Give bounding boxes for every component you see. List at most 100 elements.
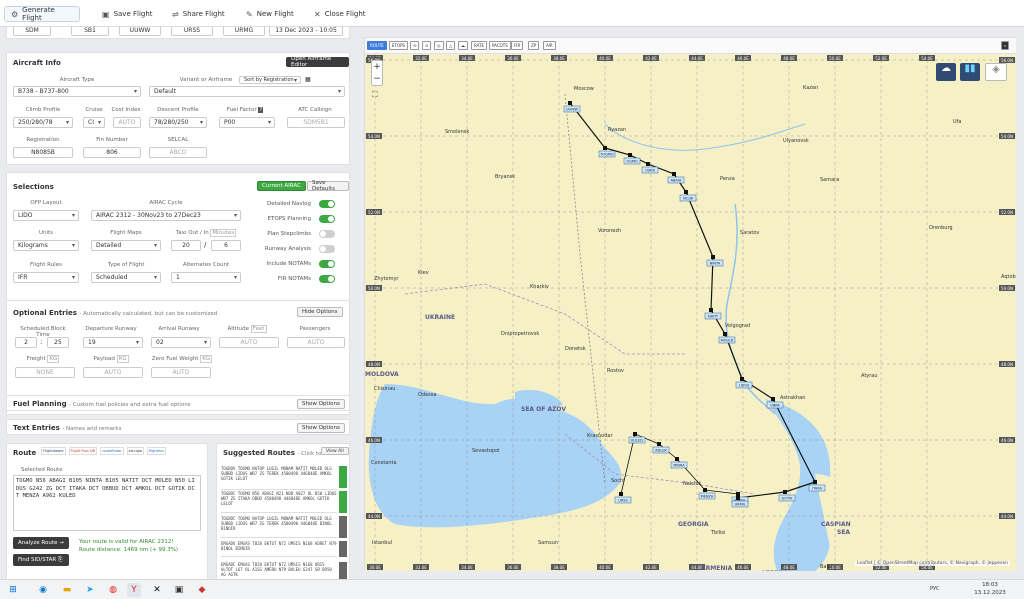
zoom-out-button[interactable]: − [372,73,382,85]
waypoint-marker[interactable] [675,457,679,461]
pax-field[interactable]: AUTO [287,337,345,348]
edge-icon[interactable]: ◉ [36,583,50,597]
fuel-show-options-button[interactable]: Show Options [297,399,345,409]
arr-runway-select[interactable]: 02 [151,337,211,348]
maps-select[interactable]: Detailed [91,240,161,251]
language-indicator[interactable]: РУС [930,586,940,592]
descent-select[interactable]: 78/280/250 [149,117,207,128]
waypoint-marker[interactable] [684,190,688,194]
freight-field[interactable]: NONE [15,367,75,378]
waypoint-marker[interactable] [646,162,650,166]
waypoint-marker[interactable] [628,153,632,157]
callsign-field[interactable]: SDM5B1 [287,117,345,128]
app-icon[interactable]: ◆ [195,583,209,597]
find-sid-star-button[interactable]: Find SID/STAR ⎘ [13,554,69,566]
etops-toggle[interactable] [319,215,335,223]
use-route-button[interactable] [339,491,347,513]
map-route-button[interactable]: ROUTE [367,41,387,50]
map-warning-button[interactable]: △ [446,41,456,50]
map-rotate-button[interactable]: ⟲ [410,41,420,50]
clock-time[interactable]: 18:03 [970,582,1010,588]
text-show-options-button[interactable]: Show Options [297,423,345,433]
help-icon[interactable]: ? [258,107,264,113]
map-center-button[interactable]: ⊙ [422,41,432,50]
waypoint-marker[interactable] [711,255,715,259]
partner-logo[interactable]: routefinder [100,447,124,455]
block-minutes-field[interactable]: 25 [47,337,69,348]
selcal-field[interactable]: ABCD [149,147,207,158]
ofp-select[interactable]: LIDO [13,210,79,221]
map-weather-button[interactable]: ☁ [458,41,468,50]
save-flight-button[interactable]: ▣ Save Flight [96,6,159,22]
map-target-button[interactable]: ◎ [434,41,444,50]
variant-select[interactable]: Default [149,86,345,97]
waypoint-marker[interactable] [603,146,607,150]
arrival-field[interactable]: URSS [171,27,213,36]
fuel-factor-select[interactable]: P00 [219,117,275,128]
zfw-field[interactable]: AUTO [151,367,211,378]
map-zp-button[interactable]: ZP [528,41,540,50]
map-pacots-button[interactable]: PACOTS [489,41,511,50]
altitude-field[interactable]: AUTO [219,337,279,348]
save-defaults-button[interactable]: Save Defaults [307,180,349,192]
analyze-route-button[interactable]: Analyze Route → [13,537,69,549]
clock-date[interactable]: 13.12.2023 [970,590,1010,596]
map-etops-button[interactable]: ETOPS [389,41,409,50]
registration-field[interactable]: N808SB [13,147,73,158]
partner-logo[interactable]: flightera [146,447,166,455]
current-airac-button[interactable]: Current AIRAC [257,181,306,191]
zoom-in-button[interactable]: + [372,61,382,73]
new-flight-button[interactable]: ✎ New Flight [240,6,300,22]
yandex-browser-icon[interactable]: Y [127,583,141,597]
partner-logo[interactable]: FlightAware [41,447,66,455]
waypoint-marker[interactable] [633,432,637,436]
telegram-icon[interactable]: ➤ [83,583,97,597]
date-field[interactable]: 13 Dec 2023 - 10:05 [269,27,343,36]
hide-options-button[interactable]: Hide Options [297,307,343,317]
suggested-route-item[interactable]: TOGBOC TOGMO N56 ABAGI N21 NOD A027 OL B… [221,491,337,513]
suggested-route-item[interactable]: EMGADC EMGAS T828 EKTUT N72 UMSIS N168 O… [221,562,337,579]
climb-select[interactable]: 250/280/78 [13,117,73,128]
alternate-field[interactable]: URMG [223,27,265,36]
dep-runway-select[interactable]: 19 [83,337,143,348]
file-explorer-icon[interactable]: ▬ [60,583,74,597]
use-route-button[interactable] [339,516,347,538]
chrome-icon[interactable]: ◍ [106,583,120,597]
rules-select[interactable]: IFR [13,272,79,283]
map-search-icon[interactable]: ⌕ [1001,41,1010,50]
waypoint-marker[interactable] [723,332,727,336]
flight-number-field[interactable]: SB1 [71,27,109,36]
cost-index-field[interactable]: AUTO [113,117,141,128]
map-canvas[interactable]: 30.0E30.0E32.0E32.0E34.0E34.0E36.0E36.0E… [365,54,1016,571]
waypoint-marker[interactable] [619,492,623,496]
runway-analysis-toggle[interactable] [319,245,335,253]
waypoint-marker[interactable] [736,492,740,496]
use-route-button[interactable] [339,466,347,488]
sort-select[interactable]: Sort by Registration [239,76,301,84]
share-flight-button[interactable]: ⇌ Share Flight [166,6,231,22]
close-flight-button[interactable]: ✕ Close Flight [308,6,372,22]
notams-toggle[interactable] [319,260,335,268]
taxi-out-field[interactable]: 20 [171,240,201,251]
waypoint-marker[interactable] [783,490,787,494]
departure-field[interactable]: UUWW [119,27,161,36]
partner-logo[interactable]: Flight Plan DB [68,447,98,455]
units-select[interactable]: Kilograms [13,240,79,251]
fin-number-field[interactable]: 806 [83,147,141,158]
xbox-icon[interactable]: ✕ [150,583,164,597]
cruise-select[interactable]: CI [83,117,105,128]
weather-layer-icon[interactable]: ☁ [936,63,956,81]
route-textarea[interactable]: TOGMO N56 ABAGI B105 NINTA B105 NATIT DC… [13,475,201,531]
waypoint-marker[interactable] [736,496,740,500]
map-air-button[interactable]: AIR [543,41,556,50]
aircraft-type-select[interactable]: B738 - B737-800 [13,86,141,97]
airac-select[interactable]: AIRAC 2312 - 30Nov23 to 27Dec23 [91,210,241,221]
open-airframe-editor-button[interactable]: Open Airframe Editor [286,56,349,68]
waypoint-marker[interactable] [703,488,707,492]
waypoint-marker[interactable] [771,397,775,401]
waypoint-marker[interactable] [672,172,676,176]
waypoint-marker[interactable] [657,442,661,446]
app-icon[interactable]: ▣ [172,583,186,597]
waypoint-marker[interactable] [568,101,572,105]
detailed-navlog-toggle[interactable] [319,200,335,208]
